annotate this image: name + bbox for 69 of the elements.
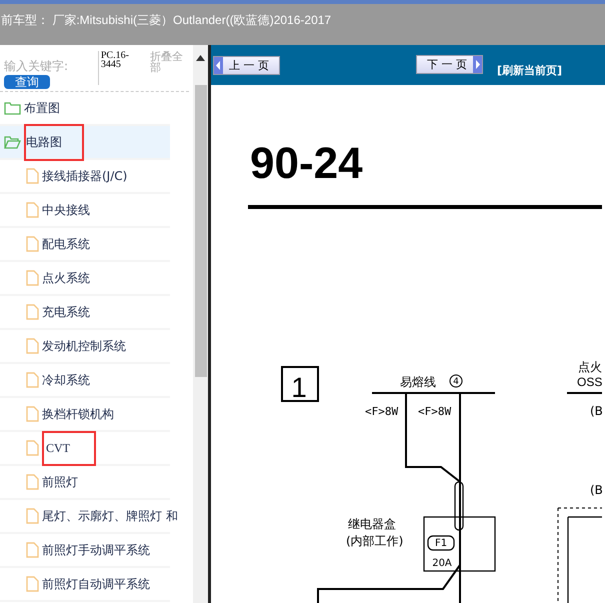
tree-item-label: CVT	[42, 430, 96, 466]
file-icon	[26, 576, 39, 592]
box-number: 1	[291, 372, 307, 403]
file-icon	[26, 406, 39, 422]
tree-item-label: 电路图	[24, 124, 84, 160]
diagram-label: (B	[590, 483, 602, 497]
tree-item[interactable]: 配电系统	[0, 228, 170, 262]
diagram-label: (内部工作)	[346, 534, 404, 548]
tree-item[interactable]: 发动机控制系统	[0, 330, 170, 364]
circled-number: 4	[453, 377, 459, 387]
folder-icon	[4, 101, 21, 115]
scroll-up-icon[interactable]	[196, 55, 205, 61]
tree-item[interactable]: CVT	[0, 432, 170, 466]
tree-item[interactable]: 前照灯手动调平系统	[0, 534, 170, 568]
diagram-label: 点火	[578, 360, 602, 374]
page-number: 90-24	[250, 139, 363, 188]
tree-item[interactable]: 充电系统	[0, 296, 170, 330]
tree-item-label: 冷却系统	[42, 372, 90, 388]
tree-item[interactable]: 点火系统	[0, 262, 170, 296]
tree-item[interactable]: 前照灯自动调平系统	[0, 568, 170, 602]
tree-item-label: 中央接线	[42, 202, 90, 218]
circle-outline	[450, 374, 462, 388]
tree-item[interactable]: 中央接线	[0, 194, 170, 228]
file-icon	[26, 202, 39, 218]
file-icon	[26, 542, 39, 558]
search-button[interactable]: 查询	[4, 75, 50, 89]
tree-item-label: 前照灯	[42, 474, 78, 490]
tree-item[interactable]: 接线插接器(J/C)	[0, 160, 170, 194]
scrollbar-thumb[interactable]	[194, 85, 206, 377]
diagram-label: OSS	[577, 375, 602, 389]
window-title: 前车型： 厂家:Mitsubishi(三菱）Outlander((欧蓝德)2016-2017	[0, 12, 332, 29]
previous-page-button[interactable]: 上 一 页	[213, 56, 280, 74]
search-field[interactable]: PC.16-3445	[98, 51, 144, 85]
diagram-label: (B	[590, 404, 602, 418]
file-icon	[26, 270, 39, 286]
tree-item-label: 尾灯、示廓灯、牌照灯 和	[42, 508, 178, 524]
tree-item-label: 接线插接器(J/C)	[42, 168, 128, 184]
file-icon	[26, 372, 39, 388]
next-page-button[interactable]: 下 一 页	[416, 54, 483, 74]
file-icon	[26, 474, 39, 490]
file-icon	[26, 236, 39, 252]
file-icon	[26, 168, 39, 184]
tree-item[interactable]: 电路图	[0, 126, 170, 160]
refresh-link[interactable]: [刷新当前页]	[497, 62, 562, 78]
tree-item-label: 前照灯手动调平系统	[42, 542, 150, 558]
file-icon	[26, 304, 39, 320]
tree-item-label: 点火系统	[42, 270, 90, 286]
tree-item-label: 换档杆锁机构	[42, 406, 114, 422]
tree-item-label: 前照灯自动调平系统	[42, 576, 150, 592]
tree-item[interactable]: 冷却系统	[0, 364, 170, 398]
tree-item-label: 布置图	[24, 100, 60, 116]
file-icon	[26, 508, 39, 524]
file-icon	[26, 440, 39, 456]
diagram-label: 继电器盒	[348, 517, 396, 531]
scrollbar[interactable]	[193, 45, 208, 603]
open-folder-icon	[4, 135, 21, 149]
wire-label: <F>8W	[418, 405, 452, 418]
tree-item[interactable]: 前照灯	[0, 466, 170, 500]
tree-item[interactable]: 换档杆锁机构	[0, 398, 170, 432]
wire-label: <F>8W	[365, 405, 398, 418]
tree-item-label: 充电系统	[42, 304, 90, 320]
diagram-label: 易熔线	[400, 375, 436, 389]
tree-item-label: 配电系统	[42, 236, 90, 252]
number-box	[281, 366, 319, 402]
fuse-rating: 20A	[432, 558, 452, 569]
fuse-label: F1	[434, 538, 448, 549]
tree-item-label: 发动机控制系统	[42, 338, 126, 354]
file-icon	[26, 338, 39, 354]
search-label: 输入关键字:	[4, 58, 70, 75]
